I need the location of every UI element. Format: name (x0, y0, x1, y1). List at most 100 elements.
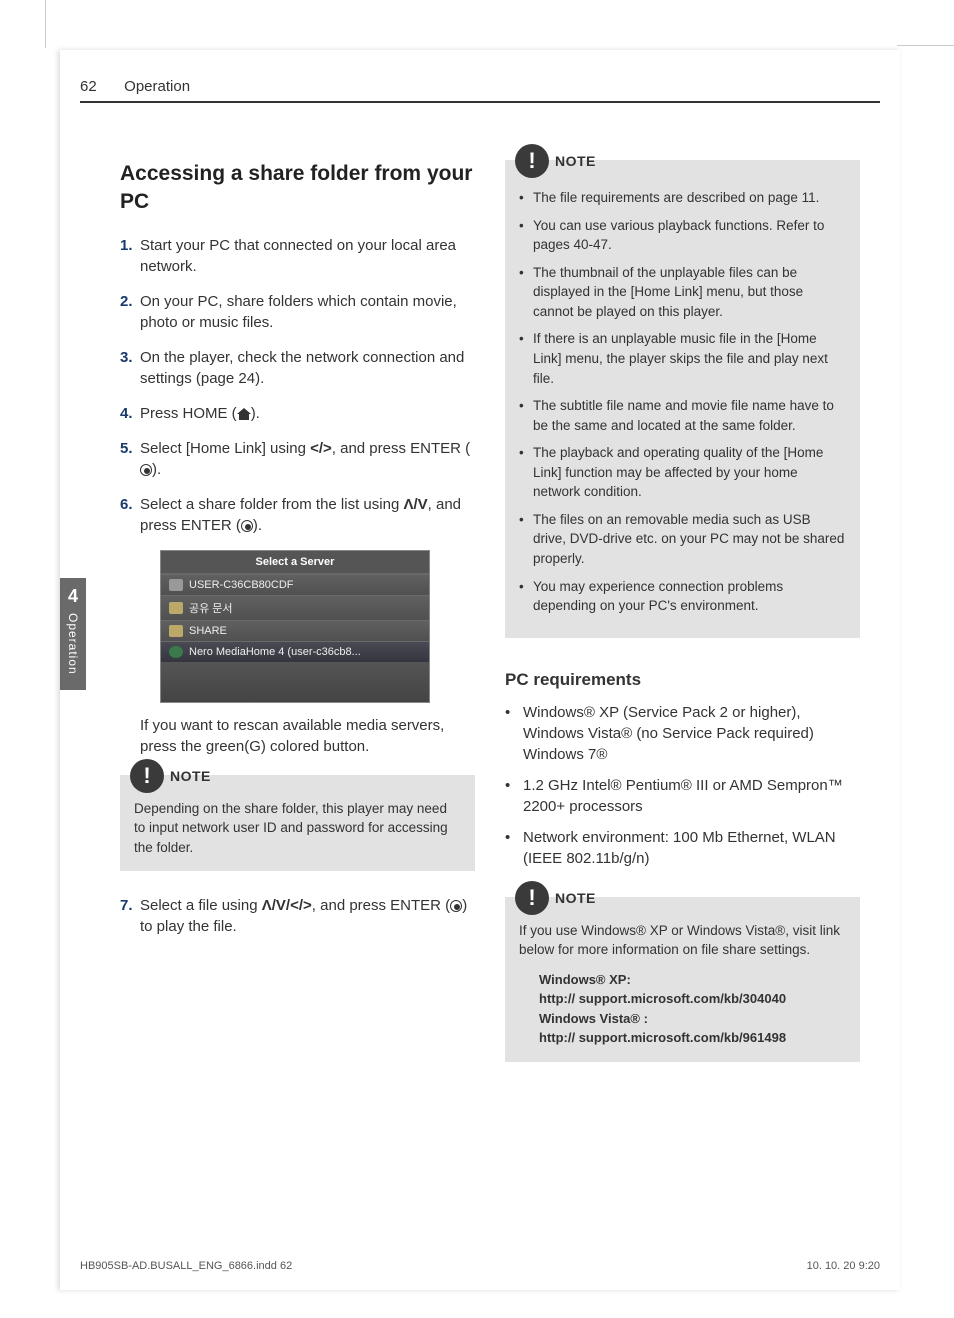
text: Select [Home Link] using (140, 440, 310, 457)
arrow-all-icon: Λ/V/</> (262, 897, 312, 914)
note-text: If there is an unplayable music file in … (533, 329, 846, 388)
req-item: •Network environment: 100 Mb Ethernet, W… (505, 827, 860, 869)
step-4: 4. Press HOME (). (120, 403, 475, 424)
row-text: Nero MediaHome 4 (user-c36cb8... (189, 646, 361, 658)
article-title: Accessing a share folder from your PC (120, 160, 475, 217)
step-text: Start your PC that connected on your loc… (140, 235, 475, 277)
step-text: Select a share folder from the list usin… (140, 494, 475, 536)
step-num: 3. (120, 347, 140, 389)
step-text: Press HOME (). (140, 403, 475, 424)
page-number: 62 (80, 78, 120, 95)
note-text: The subtitle file name and movie file na… (533, 396, 846, 435)
row-text: SHARE (189, 625, 227, 637)
note-icon: ! (515, 881, 549, 915)
note-list: •The file requirements are described on … (519, 188, 846, 616)
note-badge: ! NOTE (515, 144, 596, 178)
note-item: •The file requirements are described on … (519, 188, 846, 208)
note-item: •The subtitle file name and movie file n… (519, 396, 846, 435)
text: Select a share folder from the list usin… (140, 496, 403, 513)
step-3: 3. On the player, check the network conn… (120, 347, 475, 389)
note-badge: ! NOTE (130, 759, 211, 793)
server-row: USER-C36CB80CDF (161, 574, 429, 595)
note-icon: ! (515, 144, 549, 178)
text: Press HOME ( (140, 405, 237, 422)
screenshot-title: Select a Server (161, 551, 429, 574)
note-item: •You may experience connection problems … (519, 577, 846, 616)
steps-list: 1. Start your PC that connected on your … (120, 235, 475, 536)
home-icon (237, 408, 251, 420)
req-text: 1.2 GHz Intel® Pentium® III or AMD Sempr… (523, 775, 860, 817)
step-6: 6. Select a share folder from the list u… (120, 494, 475, 536)
bullet-icon: • (519, 263, 533, 322)
bullet-icon: • (519, 510, 533, 569)
note-label: NOTE (555, 888, 596, 908)
footer-date: 10. 10. 20 9:20 (807, 1260, 880, 1272)
bullet-icon: • (519, 188, 533, 208)
link-block: Windows® XP: http:// support.microsoft.c… (519, 970, 846, 1048)
nero-icon (169, 646, 183, 658)
note-text: Depending on the share folder, this play… (134, 799, 461, 858)
left-column: Accessing a share folder from your PC 1.… (120, 160, 475, 1062)
note-label: NOTE (555, 151, 596, 171)
step-num: 1. (120, 235, 140, 277)
screenshot-caption: If you want to rescan available media se… (140, 715, 475, 757)
note-item: •The files on an removable media such as… (519, 510, 846, 569)
bullet-icon: • (519, 577, 533, 616)
enter-icon (241, 520, 253, 532)
bullet-icon: • (505, 827, 523, 869)
req-item: •Windows® XP (Service Pack 2 or higher),… (505, 702, 860, 765)
text: , and press ENTER ( (332, 440, 470, 457)
step-num: 7. (120, 895, 140, 937)
note-text: You may experience connection problems d… (533, 577, 846, 616)
requirements-heading: PC requirements (505, 670, 860, 690)
bullet-icon: • (505, 702, 523, 765)
row-text: 공유 문서 (189, 600, 233, 616)
server-list-screenshot: Select a Server USER-C36CB80CDF 공유 문서 SH… (160, 550, 430, 703)
step-1: 1. Start your PC that connected on your … (120, 235, 475, 277)
chapter-number: 4 (60, 586, 86, 607)
requirements-list: •Windows® XP (Service Pack 2 or higher),… (505, 702, 860, 869)
page-header: 62 Operation (80, 78, 880, 103)
section-title: Operation (124, 78, 190, 95)
chapter-label: Operation (66, 613, 80, 675)
bullet-icon: • (519, 216, 533, 255)
screenshot-spacer (161, 662, 429, 702)
enter-icon (140, 464, 152, 476)
page-footer: HB905SB-AD.BUSALL_ENG_6866.indd 62 10. 1… (80, 1260, 880, 1272)
step-num: 4. (120, 403, 140, 424)
note-icon: ! (130, 759, 164, 793)
chapter-tab: 4 Operation (60, 578, 86, 690)
note-box-2: ! NOTE •The file requirements are descri… (505, 160, 860, 638)
link-url: http:// support.microsoft.com/kb/304040 (539, 989, 846, 1009)
note-text: You can use various playback functions. … (533, 216, 846, 255)
text: , and press ENTER ( (312, 897, 450, 914)
note-text: The file requirements are described on p… (533, 188, 846, 208)
text: ). (253, 517, 262, 534)
crop-mark-right (897, 45, 954, 46)
arrow-ud-icon: Λ/V (403, 496, 427, 513)
note-text: If you use Windows® XP or Windows Vista®… (519, 921, 846, 960)
step-num: 2. (120, 291, 140, 333)
server-row-selected: Nero MediaHome 4 (user-c36cb8... (161, 641, 429, 662)
step-text: On the player, check the network connect… (140, 347, 475, 389)
folder-icon (169, 625, 183, 637)
step-5: 5. Select [Home Link] using </>, and pre… (120, 438, 475, 480)
page: 62 Operation 4 Operation Accessing a sha… (60, 50, 900, 1290)
step-7: 7. Select a file using Λ/V/</>, and pres… (120, 895, 475, 937)
link-label: Windows® XP: (539, 970, 846, 990)
note-item: •The thumbnail of the unplayable files c… (519, 263, 846, 322)
text: Select a file using (140, 897, 262, 914)
note-item: •The playback and operating quality of t… (519, 443, 846, 502)
note-box-1: ! NOTE Depending on the share folder, th… (120, 775, 475, 872)
link-label: Windows Vista® : (539, 1009, 846, 1029)
step-2: 2. On your PC, share folders which conta… (120, 291, 475, 333)
note-label: NOTE (170, 766, 211, 786)
enter-icon (450, 900, 462, 912)
server-row: SHARE (161, 620, 429, 641)
right-column: ! NOTE •The file requirements are descri… (505, 160, 860, 1062)
bullet-icon: • (519, 443, 533, 502)
step-num: 5. (120, 438, 140, 480)
link-url: http:// support.microsoft.com/kb/961498 (539, 1028, 846, 1048)
note-text: The files on an removable media such as … (533, 510, 846, 569)
bullet-icon: • (519, 329, 533, 388)
